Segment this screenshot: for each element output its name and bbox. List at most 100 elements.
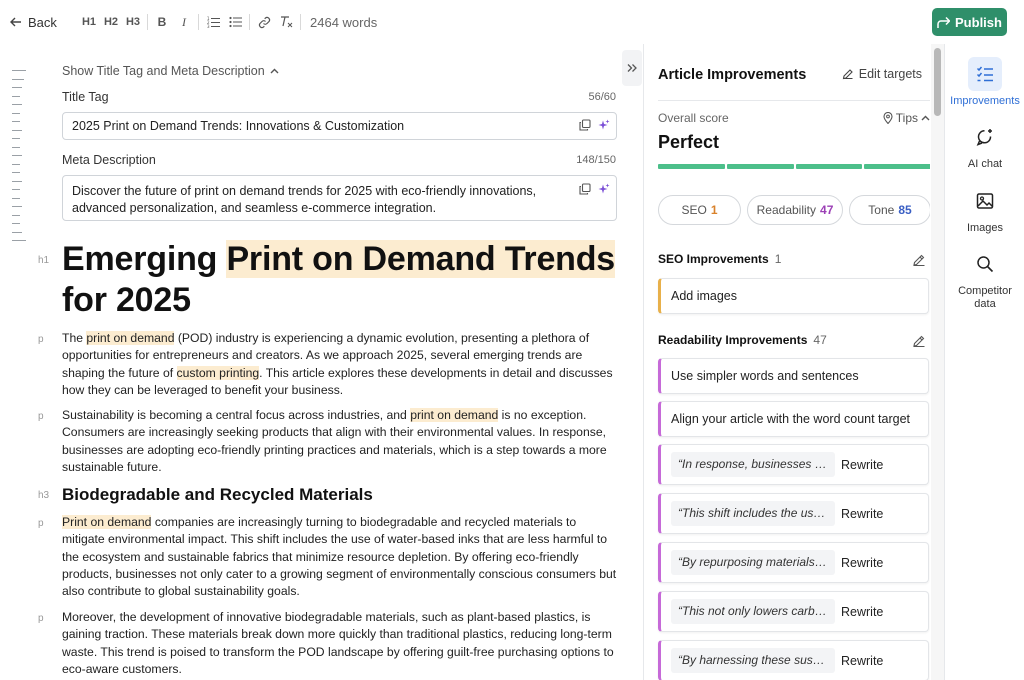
article-heading[interactable]: Emerging Print on Demand Trends for 2025 [62,239,617,321]
readability-score-pill[interactable]: Readability 47 [747,195,843,225]
copy-icon[interactable] [579,119,591,131]
title-tag-input[interactable]: 2025 Print on Demand Trends: Innovations… [62,112,617,140]
suggestion-text: Use simpler words and sentences [671,369,859,383]
pill-label: SEO [681,203,707,217]
copy-icon[interactable] [579,183,591,195]
meta-description-input[interactable]: Discover the future of print on demand t… [62,175,617,221]
sentence-quote: “This not only lowers carbo... [671,599,835,624]
chevron-up-icon [270,68,279,74]
bullet-list-button[interactable] [224,11,246,33]
paragraph[interactable]: Moreover, the development of innovative … [62,609,618,678]
location-pin-icon [883,112,893,124]
tone-score-pill[interactable]: Tone 85 [849,195,930,225]
panel-title: Article Improvements [658,67,807,83]
pencil-icon[interactable] [912,253,926,267]
seo-suggestion-card[interactable]: Add images [658,278,929,314]
rail-images[interactable]: Images [945,184,1024,235]
rewrite-suggestion-card[interactable]: “This shift includes the use... Rewrite [658,493,929,534]
rewrite-suggestion-card[interactable]: “In response, businesses a... Rewrite [658,444,929,485]
suggestion-text: Align your article with the word count t… [671,412,911,426]
right-rail: Improvements AI chat Images Competitor d… [944,44,1024,680]
block-tag-p: p [38,334,44,345]
pencil-icon[interactable] [912,334,926,348]
sparkle-icon[interactable] [598,119,610,131]
word-count: 2464 words [310,14,378,30]
edit-targets-button[interactable]: Edit targets [842,67,922,81]
share-arrow-icon [937,16,951,28]
readability-suggestion-card[interactable]: Align your article with the word count t… [658,401,929,437]
heading3-label: H3 [125,16,141,28]
meta-toggle-label: Show Title Tag and Meta Description [62,64,265,78]
bold-label: B [157,15,167,29]
rewrite-suggestion-card[interactable]: “By harnessing these susta... Rewrite [658,640,929,680]
sentence-quote: “This shift includes the use... [671,501,835,526]
publish-button[interactable]: Publish [932,8,1007,36]
rewrite-button[interactable]: Rewrite [841,556,883,570]
heading-text: Emerging [62,240,227,278]
section-heading[interactable]: Biodegradable and Recycled Materials [62,485,373,505]
block-tag-h3: h3 [38,490,50,501]
heading1-button[interactable]: H1 [78,11,100,33]
paragraph[interactable]: The print on demand (POD) industry is ex… [62,330,618,399]
rail-competitor-data[interactable]: Competitor data [945,247,1024,311]
rewrite-button[interactable]: Rewrite [841,458,883,472]
meta-toggle[interactable]: Show Title Tag and Meta Description [62,64,279,78]
keyword-highlight: custom printing [176,365,260,380]
svg-text:3: 3 [207,24,210,28]
meta-description-count: 148/150 [576,154,616,166]
rail-ai-chat[interactable]: AI chat [945,120,1024,171]
search-icon [968,247,1002,281]
italic-button[interactable]: I [173,11,195,33]
title-tag-label: Title Tag [62,90,109,104]
collapse-panel-button[interactable] [622,50,642,86]
rail-label: AI chat [967,158,1003,170]
block-tag-h1: h1 [38,255,50,266]
score-pills: SEO 1 Readability 47 Tone 85 [658,195,930,225]
section-title: SEO Improvements [658,252,769,266]
section-title: Readability Improvements [658,333,808,347]
arrow-left-icon [10,17,21,27]
toolbar-divider [147,14,148,30]
readability-suggestion-card[interactable]: Use simpler words and sentences [658,358,929,394]
heading3-button[interactable]: H3 [122,11,144,33]
rail-label: Improvements [950,95,1020,107]
tips-toggle[interactable]: Tips [883,111,930,125]
readability-improvements-title: Readability Improvements 47 [658,333,827,347]
heading-text: for 2025 [62,281,191,319]
overall-score-label: Overall score [658,111,729,125]
back-button[interactable]: Back [10,13,57,31]
scrollbar-thumb[interactable] [934,48,941,116]
rewrite-button[interactable]: Rewrite [841,654,883,668]
section-count: 47 [813,333,827,347]
improvements-panel: Article Improvements Edit targets Overal… [643,44,930,680]
pill-label: Tone [868,203,895,217]
suggestion-text: Add images [671,289,738,303]
checklist-icon [968,57,1002,91]
heading2-button[interactable]: H2 [100,11,122,33]
italic-label: I [182,14,186,29]
bullet-list-icon [228,16,242,28]
back-label: Back [28,14,57,30]
paragraph-text: Sustainability is becoming a central foc… [62,408,411,422]
edit-targets-label: Edit targets [858,67,922,81]
paragraph[interactable]: Print on demand companies are increasing… [62,514,618,600]
seo-score-pill[interactable]: SEO 1 [658,195,741,225]
link-button[interactable] [253,11,275,33]
paragraph[interactable]: Sustainability is becoming a central foc… [62,407,618,476]
panel-scrollbar[interactable] [931,44,944,680]
rewrite-suggestion-card[interactable]: “This not only lowers carbo... Rewrite [658,591,929,632]
sparkle-icon[interactable] [598,183,610,195]
rail-improvements[interactable]: Improvements [945,57,1024,108]
pencil-icon [842,69,853,80]
ordered-list-button[interactable]: 123 [202,11,224,33]
clear-format-button[interactable] [275,11,297,33]
title-tag-value: 2025 Print on Demand Trends: Innovations… [72,119,405,133]
publish-label: Publish [955,14,1002,30]
title-tag-count: 56/60 [588,91,616,103]
bold-button[interactable]: B [151,11,173,33]
score-progress-bar [658,164,930,169]
toolbar-divider [300,14,301,30]
rewrite-button[interactable]: Rewrite [841,605,883,619]
rewrite-button[interactable]: Rewrite [841,507,883,521]
rewrite-suggestion-card[interactable]: “By repurposing materials ... Rewrite [658,542,929,583]
